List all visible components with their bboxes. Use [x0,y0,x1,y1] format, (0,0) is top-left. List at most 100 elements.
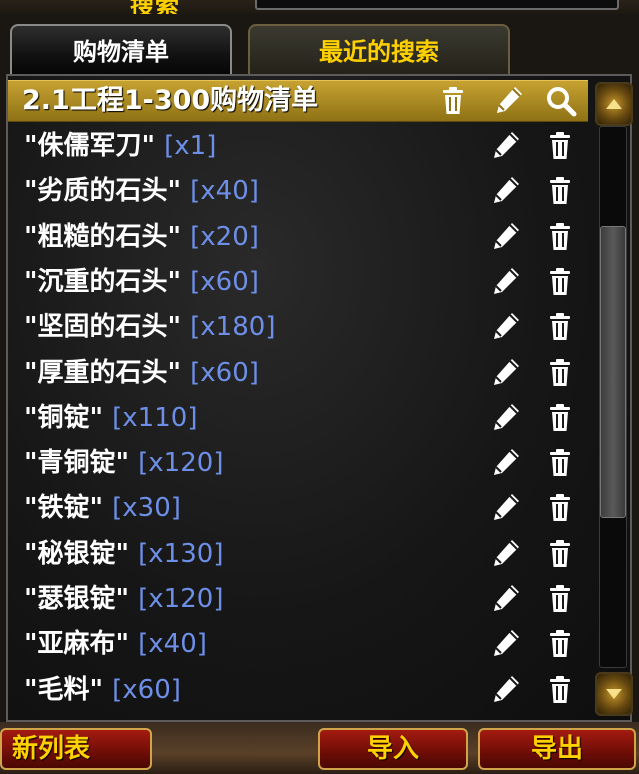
export-button[interactable]: 导出 [478,728,636,770]
list-item[interactable]: "瑟银锭" [x120] [8,577,588,622]
pencil-icon[interactable] [488,310,522,344]
item-quantity: [x30] [112,493,181,524]
item-label: "厚重的石头" [24,357,191,388]
shopping-list-panel: 2.1工程1-300购物清单 "侏儒军刀" [x1] "劣质的石头" [x40] "… [6,74,633,722]
import-button[interactable]: 导入 [318,728,468,770]
list-item[interactable]: "秘银锭" [x130] [8,532,588,577]
trash-icon[interactable] [543,129,577,163]
item-quantity: [x110] [112,402,198,433]
list-item[interactable]: "厚重的石头" [x60] [8,351,588,396]
trash-icon[interactable] [543,174,577,208]
tab-recent-searches[interactable]: 最近的搜索 [248,24,510,76]
pencil-icon[interactable] [488,582,522,616]
item-name: "粗糙的石头" [x20] [24,215,259,260]
item-name: "秘银锭" [x130] [24,532,223,577]
item-name: "瑟银锭" [x120] [24,577,223,622]
list-header-row[interactable]: 2.1工程1-300购物清单 [8,80,588,122]
pencil-icon[interactable] [488,537,522,571]
item-label: "劣质的石头" [24,176,191,207]
window-title-fragment: 搜索 [130,0,180,14]
trash-icon[interactable] [543,220,577,254]
item-name: "沉重的石头" [x60] [24,260,259,305]
tab-bar: 购物清单 最近的搜索 [0,14,639,76]
trash-icon[interactable] [543,537,577,571]
pencil-icon[interactable] [488,174,522,208]
item-name: "劣质的石头" [x40] [24,169,259,214]
trash-icon[interactable] [543,356,577,390]
pencil-icon[interactable] [488,265,522,299]
arrow-up-icon [606,99,622,109]
item-label: "秘银锭" [24,538,139,569]
pencil-icon[interactable] [488,673,522,707]
trash-icon[interactable] [543,310,577,344]
list-item[interactable]: "青铜锭" [x120] [8,441,588,486]
item-label: "坚固的石头" [24,312,191,343]
item-label: "侏儒军刀" [24,131,165,161]
pencil-icon[interactable] [488,401,522,435]
magnifier-icon[interactable] [544,84,578,118]
list-item[interactable]: "亚麻布" [x40] [8,622,588,667]
new-list-button[interactable]: 新列表 [0,728,152,770]
item-label: "亚麻布" [24,629,139,660]
arrow-down-icon [606,689,622,699]
window-top-strip: 搜索 [0,0,639,14]
pencil-icon[interactable] [491,84,525,118]
item-quantity: [x20] [190,221,259,252]
item-quantity: [x60] [112,674,181,705]
item-name: "厚重的石头" [x60] [24,351,259,396]
item-quantity: [x60] [190,266,259,297]
item-name: "铁锭" [x30] [24,486,181,531]
search-box-edge[interactable] [255,0,619,10]
pencil-icon[interactable] [488,446,522,480]
item-label: "铜锭" [24,402,113,433]
item-label: "粗糙的石头" [24,221,191,252]
item-quantity: [x40] [190,176,259,207]
scroll-down-button[interactable] [595,672,633,716]
item-name: "铜锭" [x110] [24,396,197,441]
scrollbar-thumb[interactable] [600,226,626,518]
item-name: "坚固的石头" [x180] [24,305,275,350]
item-quantity: [x60] [190,357,259,388]
list-item[interactable]: "铁锭" [x30] [8,486,588,531]
list-item[interactable]: "侏儒军刀" [x1] [8,124,588,169]
item-quantity: [x130] [138,538,224,569]
trash-icon[interactable] [543,582,577,616]
scroll-up-button[interactable] [595,82,633,126]
list-item[interactable]: "沉重的石头" [x60] [8,260,588,305]
item-name: "侏儒军刀" [x1] [24,124,216,169]
pencil-icon[interactable] [488,220,522,254]
item-label: "青铜锭" [24,448,139,479]
trash-icon[interactable] [543,265,577,299]
list-item[interactable]: "劣质的石头" [x40] [8,169,588,214]
trash-icon[interactable] [436,84,470,118]
trash-icon[interactable] [543,401,577,435]
item-name: "亚麻布" [x40] [24,622,207,667]
item-label: "瑟银锭" [24,584,139,614]
item-label: "毛料" [24,674,113,705]
trash-icon[interactable] [543,673,577,707]
item-quantity: [x40] [138,629,207,660]
item-quantity: [x120] [138,584,224,614]
item-quantity: [x1] [164,131,217,161]
tab-shopping-lists[interactable]: 购物清单 [10,24,232,76]
item-label: "沉重的石头" [24,266,191,297]
scrollbar[interactable] [593,76,633,720]
item-quantity: [x120] [138,448,224,479]
list-item[interactable]: "坚固的石头" [x180] [8,305,588,350]
pencil-icon[interactable] [488,491,522,525]
list-item[interactable]: "粗糙的石头" [x20] [8,215,588,260]
trash-icon[interactable] [543,491,577,525]
pencil-icon[interactable] [488,627,522,661]
item-name: "青铜锭" [x120] [24,441,223,486]
pencil-icon[interactable] [488,129,522,163]
list-item[interactable]: "铜锭" [x110] [8,396,588,441]
trash-icon[interactable] [543,446,577,480]
item-label: "铁锭" [24,493,113,524]
item-quantity: [x180] [190,312,276,343]
list-item[interactable]: "毛料" [x60] [8,668,588,713]
bottom-bar: 新列表 导入 导出 [0,722,639,774]
list-name: 2.1工程1-300购物清单 [22,85,319,116]
item-name: "毛料" [x60] [24,668,181,713]
pencil-icon[interactable] [488,356,522,390]
trash-icon[interactable] [543,627,577,661]
